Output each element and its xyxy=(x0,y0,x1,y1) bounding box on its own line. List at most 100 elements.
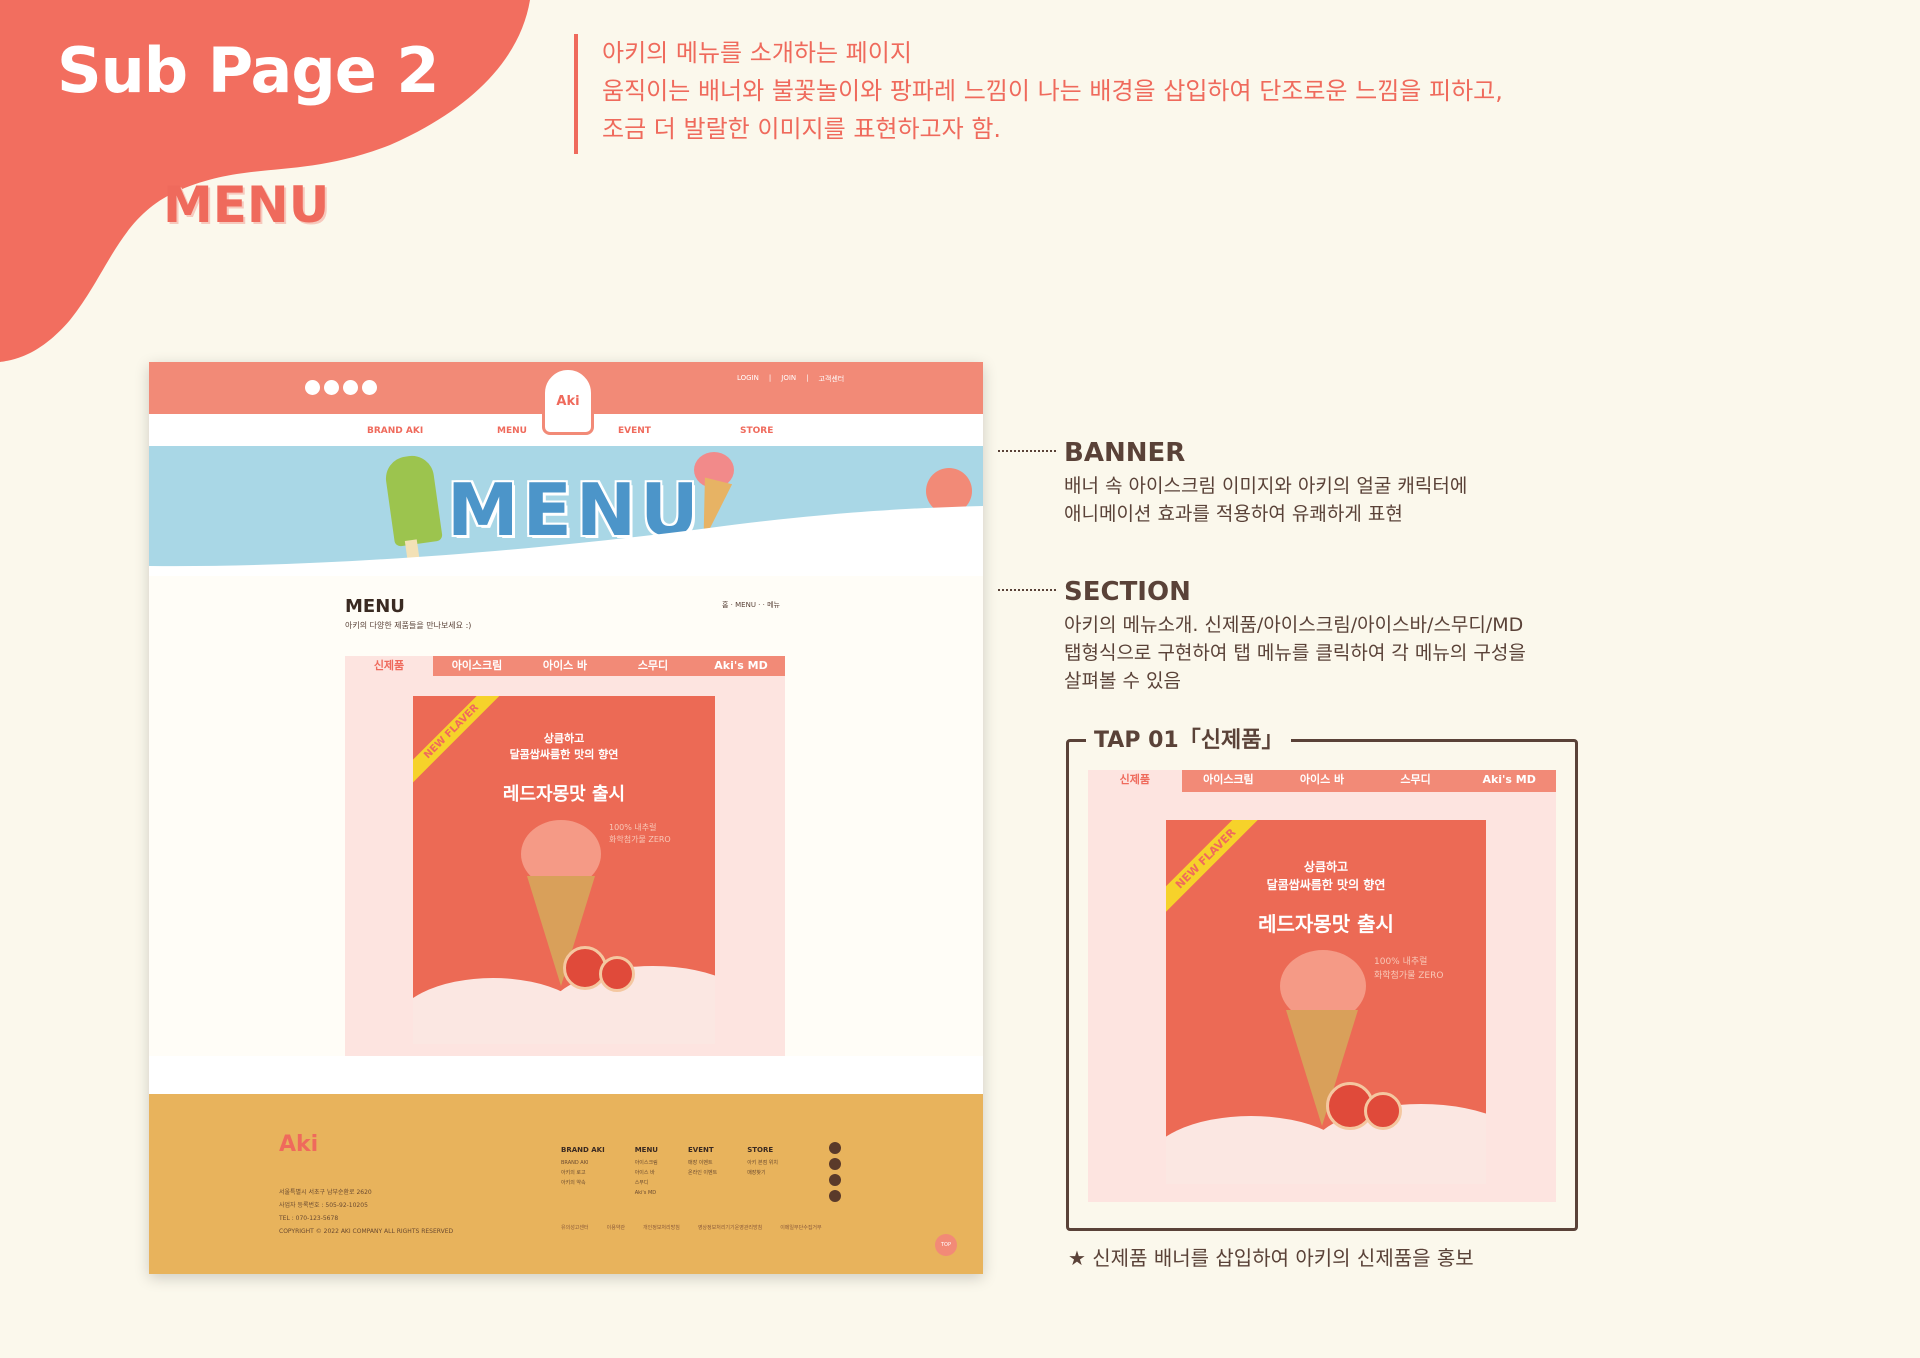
tab-smoothie[interactable]: 스무디 xyxy=(609,656,697,676)
callout-dots xyxy=(998,589,1056,591)
mock-logo[interactable]: Aki xyxy=(542,367,594,435)
footer-info-line: 서울특별시 서초구 남부순환로 2620 xyxy=(279,1189,372,1196)
footer-bottom-link[interactable]: 이용약관 xyxy=(607,1224,625,1231)
blog-icon[interactable] xyxy=(343,380,358,395)
callout-line: 살펴볼 수 있음 xyxy=(1064,670,1181,692)
nav-event[interactable]: EVENT xyxy=(618,426,651,436)
footer-logo: Aki xyxy=(279,1132,319,1157)
product-title: 레드자몽맛 출시 xyxy=(502,784,626,805)
footer-bottom-link[interactable]: 이메일무단수집거부 xyxy=(780,1224,821,1231)
tab-icebar[interactable]: 아이스 바 xyxy=(521,656,609,676)
product-banner: NEW FLAVER 상큼하고 달콤쌉싸름한 맛의 향연 레드자몽맛 출시 10… xyxy=(1166,820,1486,1184)
footer-link[interactable]: BRAND AKI xyxy=(561,1158,605,1168)
footer-link[interactable]: 아이스 바 xyxy=(635,1168,658,1178)
footer-col: BRAND AKI BRAND AKI 아키의 로고 아키의 약속 xyxy=(561,1146,605,1198)
footer-col: MENU 아이스크림 아이스 바 스무디 Aki's MD xyxy=(635,1146,658,1198)
product-note2: 화학첨가물 ZERO xyxy=(609,835,671,844)
twitter-icon[interactable] xyxy=(324,380,339,395)
callout-line: 배너 속 아이스크림 이미지와 아키의 얼굴 캐릭터에 xyxy=(1064,475,1468,497)
footer-link[interactable]: 아이스크림 xyxy=(635,1158,658,1168)
tap-panel: NEW FLAVER 상큼하고 달콤쌉싸름한 맛의 향연 레드자몽맛 출시 10… xyxy=(1088,792,1556,1202)
footer-bottom-link[interactable]: 유의성고센터 xyxy=(561,1224,589,1231)
footer-info: 서울특별시 서초구 남부순환로 2620 사업자 등록번호 : 505-92-1… xyxy=(279,1186,453,1238)
callout-line: 탭형식으로 구현하여 탭 메뉴를 클릭하여 각 메뉴의 구성을 xyxy=(1064,642,1526,664)
menu-tabs: 신제품 아이스크림 아이스 바 스무디 Aki's MD xyxy=(345,656,785,676)
tab-smoothie[interactable]: 스무디 xyxy=(1369,770,1463,792)
mock-footer: Aki 서울특별시 서초구 남부순환로 2620 사업자 등록번호 : 505-… xyxy=(149,1094,983,1274)
product-note1: 100% 내추럴 xyxy=(1374,957,1428,967)
callout-line: 아키의 메뉴소개. 신제품/아이스크림/아이스바/스무디/MD xyxy=(1064,614,1524,636)
util-links: LOGIN | JOIN | 고객센터 xyxy=(737,374,844,384)
product-note1: 100% 내추럴 xyxy=(609,823,657,832)
footer-bottom-link[interactable]: 개인정보처리방침 xyxy=(643,1224,680,1231)
nav-menu[interactable]: MENU xyxy=(497,426,527,436)
product-banner: NEW FLAVER 상큼하고 달콤쌉싸름한 맛의 향연 레드자몽맛 출시 10… xyxy=(413,696,715,1044)
footer-info-line: TEL : 070-123-5678 xyxy=(279,1215,339,1222)
footer-col: STORE 아키 본점 위치 매장찾기 xyxy=(747,1146,778,1198)
footer-col-title[interactable]: BRAND AKI xyxy=(561,1146,605,1154)
callout-title: BANNER xyxy=(1064,438,1186,468)
intro-line: 아키의 메뉴를 소개하는 페이지 xyxy=(602,39,912,67)
callout-desc: 아키의 메뉴소개. 신제품/아이스크림/아이스바/스무디/MD 탭형식으로 구현하… xyxy=(1064,611,1526,695)
divider: | xyxy=(768,374,772,382)
instagram-icon[interactable] xyxy=(305,380,320,395)
support-link[interactable]: 고객센터 xyxy=(818,374,844,384)
footer-link[interactable]: Aki's MD xyxy=(635,1188,658,1198)
footer-link[interactable]: 매장 이벤트 xyxy=(688,1158,717,1168)
tab-icecream[interactable]: 아이스크림 xyxy=(433,656,521,676)
footer-sns xyxy=(829,1142,841,1202)
section-title: MENU xyxy=(345,596,405,617)
footer-link[interactable]: 매장찾기 xyxy=(747,1168,778,1178)
footer-col-title[interactable]: MENU xyxy=(635,1146,658,1154)
tab-new[interactable]: 신제품 xyxy=(1088,770,1182,792)
footer-col: EVENT 매장 이벤트 온라인 이벤트 xyxy=(688,1146,717,1198)
product-line1: 상큼하고 xyxy=(543,732,585,745)
tab-new[interactable]: 신제품 xyxy=(345,656,433,676)
grapefruit xyxy=(599,956,635,992)
tap-label: TAP 01「신제품」 xyxy=(1086,722,1292,754)
page-subheading: MENU xyxy=(163,176,330,234)
tap-tabs: 신제품 아이스크림 아이스 바 스무디 Aki's MD xyxy=(1088,770,1556,792)
footer-link[interactable]: 스무디 xyxy=(635,1178,658,1188)
nav-store[interactable]: STORE xyxy=(740,426,773,436)
callout-line: 애니메이션 효과를 적용하여 유쾌하게 표현 xyxy=(1064,503,1403,525)
tab-panel: NEW FLAVER 상큼하고 달콤쌉싸름한 맛의 향연 레드자몽맛 출시 10… xyxy=(345,676,785,1056)
nav-brand[interactable]: BRAND AKI xyxy=(367,426,423,436)
blog-icon[interactable] xyxy=(829,1174,841,1186)
twitter-icon[interactable] xyxy=(829,1158,841,1170)
instagram-icon[interactable] xyxy=(829,1142,841,1154)
banner-wave xyxy=(149,506,983,576)
footer-link[interactable]: 아키 본점 위치 xyxy=(747,1158,778,1168)
footer-link[interactable]: 아키의 로고 xyxy=(561,1168,605,1178)
product-line1: 상큼하고 xyxy=(1303,860,1349,874)
join-link[interactable]: JOIN xyxy=(781,374,796,384)
footer-columns: BRAND AKI BRAND AKI 아키의 로고 아키의 약속 MENU 아… xyxy=(561,1146,778,1198)
product-line2: 달콤쌉싸름한 맛의 향연 xyxy=(509,748,619,761)
footer-link[interactable]: 온라인 이벤트 xyxy=(688,1168,717,1178)
tab-md[interactable]: Aki's MD xyxy=(1462,770,1556,792)
intro-line: 조금 더 발랄한 이미지를 표현하고자 함. xyxy=(602,115,1002,143)
chat-icon[interactable] xyxy=(362,380,377,395)
grapefruit xyxy=(1364,1092,1402,1130)
footer-col-title[interactable]: STORE xyxy=(747,1146,778,1154)
login-link[interactable]: LOGIN xyxy=(737,374,759,384)
mock-banner: MENU xyxy=(149,446,983,576)
product-line2: 달콤쌉싸름한 맛의 향연 xyxy=(1266,878,1386,892)
tab-md[interactable]: Aki's MD xyxy=(697,656,785,676)
tab-icebar[interactable]: 아이스 바 xyxy=(1275,770,1369,792)
footer-link[interactable]: 아키의 약속 xyxy=(561,1178,605,1188)
divider: | xyxy=(806,374,809,382)
footer-bottom-link[interactable]: 영상정보처리기기운영관리방침 xyxy=(698,1224,762,1231)
callout-dots xyxy=(998,450,1056,452)
footer-links: 유의성고센터 이용약관 개인정보처리방침 영상정보처리기기운영관리방침 이메일무… xyxy=(561,1224,822,1231)
intro-line: 움직이는 배너와 불꽃놀이와 팡파레 느낌이 나는 배경을 삽입하여 단조로운 … xyxy=(602,77,1503,105)
page-heading: Sub Page 2 xyxy=(57,34,440,107)
footer-col-title[interactable]: EVENT xyxy=(688,1146,717,1154)
tap-note: ★ 신제품 배너를 삽입하여 아키의 신제품을 홍보 xyxy=(1068,1246,1474,1270)
product-note2: 화학첨가물 ZERO xyxy=(1374,971,1444,981)
tab-icecream[interactable]: 아이스크림 xyxy=(1182,770,1276,792)
chat-icon[interactable] xyxy=(829,1190,841,1202)
breadcrumb: 홈 · MENU · · 메뉴 xyxy=(722,601,780,609)
top-button[interactable]: TOP xyxy=(935,1234,957,1256)
logo-text: Aki xyxy=(556,393,580,409)
